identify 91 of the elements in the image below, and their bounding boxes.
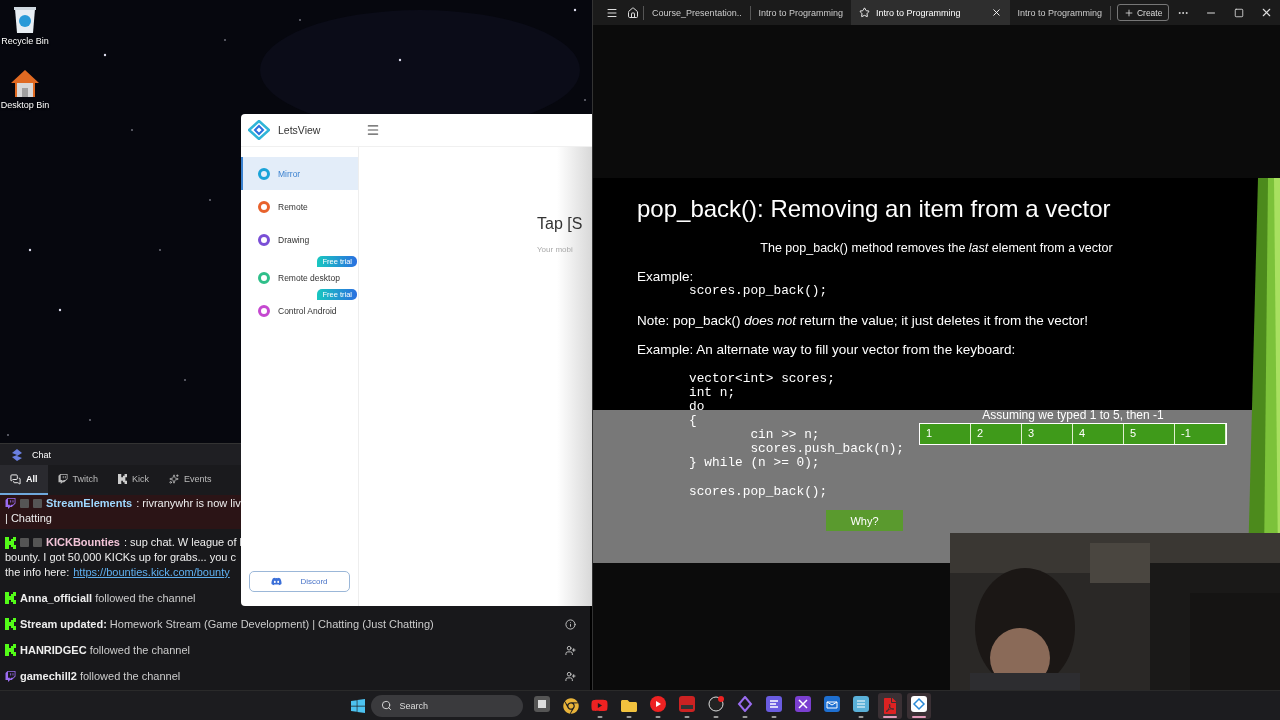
desktop-icon-label[interactable]: Recycle Bin — [1, 36, 49, 46]
desktop-icon-label[interactable]: Desktop Bin — [0, 100, 50, 110]
house-icon — [9, 68, 41, 98]
code-line: vector<int> scores; — [689, 372, 835, 386]
code-line: cin >> n; — [749, 428, 820, 442]
chrome-icon[interactable] — [562, 697, 579, 714]
app-logo-icon — [248, 120, 270, 140]
slide-note: Note: pop_back() does not return the value; it just deletes it from the vector! — [637, 313, 1089, 328]
search-field[interactable]: Search — [370, 694, 523, 717]
code-line: { — [689, 414, 697, 428]
table-cell: 4 — [1073, 424, 1124, 444]
running-indicator — [597, 715, 602, 718]
window-title: Chat — [32, 449, 51, 460]
browser-tab[interactable]: Course_Presentation.. — [644, 0, 750, 25]
example-label: Example: An alternate way to fill your vector from the keyboard: — [637, 342, 1017, 357]
kick-logo-icon — [118, 474, 128, 484]
code-line: } while (n >= 0); — [689, 456, 820, 470]
message-text: | Chatting — [5, 511, 53, 526]
nav-item[interactable]: Drawing — [241, 223, 358, 256]
folder-icon[interactable] — [620, 697, 637, 714]
running-indicator — [858, 715, 863, 718]
message-text: : sup chat. W league of l — [123, 535, 242, 550]
pdf-icon[interactable] — [881, 697, 898, 714]
running-indicator — [655, 715, 660, 718]
kick-logo-icon — [5, 618, 16, 630]
chat-tab[interactable]: All — [0, 465, 48, 495]
table-cell: 2 — [971, 424, 1022, 444]
chat-bubbles-icon — [10, 473, 21, 485]
instruction-heading: Tap [S — [537, 215, 584, 233]
slide-title: pop_back(): Removing an item from a vector — [637, 194, 1112, 224]
running-indicator — [771, 715, 776, 718]
instruction-hint: Your mobi — [537, 245, 574, 254]
code-line: scores.pop_back(); — [689, 485, 828, 499]
kick-logo-icon — [5, 592, 16, 604]
table-cell: 5 — [1124, 424, 1175, 444]
message-text: bounty. I got 50,000 KICKs up for grabs... you c — [5, 550, 237, 565]
browser-tab[interactable]: Intro to Programming — [851, 0, 1010, 25]
create-button[interactable]: Create — [1116, 4, 1170, 21]
twitch-logo-icon — [57, 474, 68, 484]
running-indicator — [626, 715, 631, 718]
chat-tab[interactable]: Kick — [108, 465, 160, 495]
chat-tab[interactable]: Twitch — [47, 465, 109, 495]
running-indicator — [713, 715, 718, 718]
person-add-icon — [565, 644, 576, 656]
nav-item[interactable]: Control Android — [241, 300, 358, 322]
nav-item[interactable]: Remote desktop — [241, 267, 358, 289]
app-logo-icon — [12, 448, 22, 461]
browser-tab[interactable]: Intro to Programming — [1009, 0, 1111, 25]
browser-tab[interactable]: Intro to Programming — [750, 0, 851, 25]
event-text: gamechill2 followed the channel — [20, 670, 182, 682]
running-indicator — [882, 715, 897, 718]
username: KICKBounties — [46, 535, 120, 550]
running-indicator — [911, 715, 926, 718]
code-line: scores.pop_back(); — [689, 284, 829, 298]
message-text: : rivranywhr is now liv — [136, 496, 241, 511]
sparkle-icon — [169, 474, 180, 484]
kick-logo-icon — [5, 536, 16, 549]
running-indicator — [742, 715, 747, 718]
table-caption: Assuming we typed 1 to 5, then -1 — [981, 408, 1165, 422]
search-icon — [380, 700, 392, 711]
table-cell: -1 — [1175, 424, 1226, 444]
plus-icon — [1123, 7, 1134, 18]
info-icon — [565, 618, 576, 630]
running-indicator — [684, 715, 689, 718]
app-title: LetsView — [278, 124, 322, 136]
table-cell: 3 — [1022, 424, 1073, 444]
youtube-icon[interactable] — [591, 697, 608, 714]
kick-logo-icon — [5, 644, 16, 656]
twitch-logo-icon — [5, 498, 16, 509]
chat-tab[interactable]: Events — [159, 465, 222, 495]
slide-subtitle: The pop_back() method removes the last element from a vector — [759, 241, 1114, 255]
table-cell: 1 — [920, 424, 971, 444]
message-text: the info here: — [5, 565, 70, 580]
nav-item[interactable]: Mirror — [241, 157, 358, 190]
event-text: Stream updated: Homework Stream (Game Development) | Chatting (Just Chatting) — [20, 618, 435, 630]
close-icon[interactable] — [990, 7, 1002, 18]
nav-item[interactable]: Remote — [241, 190, 358, 223]
code-line: scores.push_back(n); — [749, 442, 905, 456]
twitch-logo-icon — [5, 670, 16, 682]
example-label: Example: — [637, 269, 695, 284]
discord-icon — [271, 576, 283, 587]
username: StreamElements — [46, 496, 133, 511]
event-text: HANRIDGEC followed the channel — [20, 644, 191, 656]
star-icon — [859, 7, 870, 18]
start-icon[interactable] — [349, 697, 366, 714]
code-line: do — [689, 400, 705, 414]
person-add-icon — [565, 670, 576, 682]
event-text: Anna_officiall followed the channel — [20, 592, 197, 604]
bounty-link[interactable]: https://bounties.kick.com/bounty — [73, 565, 230, 580]
discord-button[interactable]: Discord — [249, 571, 350, 592]
code-line: int n; — [689, 386, 736, 400]
